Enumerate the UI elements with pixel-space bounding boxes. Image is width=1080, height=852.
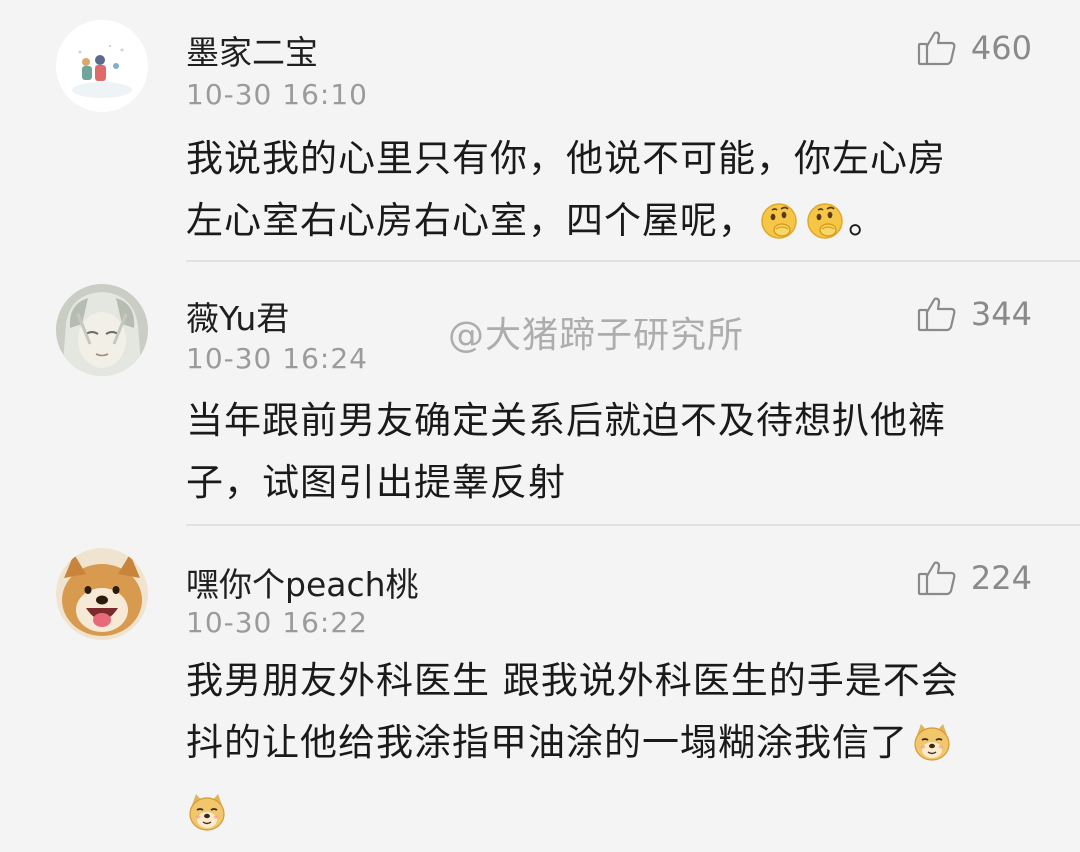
comment-timestamp: 10-30 16:24 (186, 342, 368, 375)
thinking-face-emoji (759, 198, 799, 260)
comment-text-segment: 。 (848, 199, 886, 242)
comment-timestamp: 10-30 16:10 (186, 78, 368, 111)
like-count: 344 (970, 295, 1032, 333)
comment-text: 我男朋友外科医生 跟我说外科医生的手是不会 抖的让他给我涂指甲油涂的一塌糊涂我信… (186, 650, 1026, 852)
comment-text-line: 我男朋友外科医生 跟我说外科医生的手是不会 (186, 659, 959, 702)
like-count: 224 (970, 559, 1032, 597)
comment-text-segment: 抖的让他给我涂指甲油涂的一塌糊涂我信了 (186, 721, 908, 764)
comment-item: 嘿你个peach桃 10-30 16:22 224 我男朋友外科医生 跟我说外科… (0, 526, 1080, 840)
comment-text: 我说我的心里只有你，他说不可能，你左心房 左心室右心房右心室，四个屋呢， 。 (186, 128, 1026, 260)
avatar[interactable] (56, 284, 148, 376)
comment-text-line: 左心室右心房右心室，四个屋呢， 。 (186, 190, 1026, 260)
comment-text-line: 抖的让他给我涂指甲油涂的一塌糊涂我信了 (186, 712, 1026, 782)
comment-text-line: 当年跟前男友确定关系后就迫不及待想扒他裤 (186, 399, 946, 442)
comment-text-line: 我说我的心里只有你，他说不可能，你左心房 (186, 137, 946, 180)
thinking-face-emoji (805, 198, 845, 260)
like-button[interactable]: 344 (917, 294, 1032, 334)
doge-emoji (911, 720, 953, 782)
like-count: 460 (970, 29, 1032, 67)
doge-emoji (186, 790, 228, 852)
comment-text-line (186, 782, 1026, 852)
comment-text: 当年跟前男友确定关系后就迫不及待想扒他裤 子，试图引出提睾反射 (186, 390, 1026, 514)
comment-item: 薇Yu君 10-30 16:24 344 当年跟前男友确定关系后就迫不及待想扒他… (0, 262, 1080, 526)
comment-timestamp: 10-30 16:22 (186, 606, 368, 639)
comment-item: 墨家二宝 10-30 16:10 460 我说我的心里只有你，他说不可能，你左心… (0, 0, 1080, 262)
comment-text-line: 子，试图引出提睾反射 (186, 461, 566, 504)
avatar[interactable] (56, 20, 148, 112)
username[interactable]: 嘿你个peach桃 (186, 558, 419, 606)
thumbs-up-icon (917, 559, 957, 597)
avatar[interactable] (56, 548, 148, 640)
thumbs-up-icon (917, 295, 957, 333)
like-button[interactable]: 460 (917, 28, 1032, 68)
like-button[interactable]: 224 (917, 558, 1032, 598)
username[interactable]: 墨家二宝 (186, 26, 318, 74)
comment-text-segment: 左心室右心房右心室，四个屋呢， (186, 199, 756, 242)
username[interactable]: 薇Yu君 (186, 292, 289, 340)
watermark: @大猪蹄子研究所 (448, 315, 745, 356)
thumbs-up-icon (917, 29, 957, 67)
